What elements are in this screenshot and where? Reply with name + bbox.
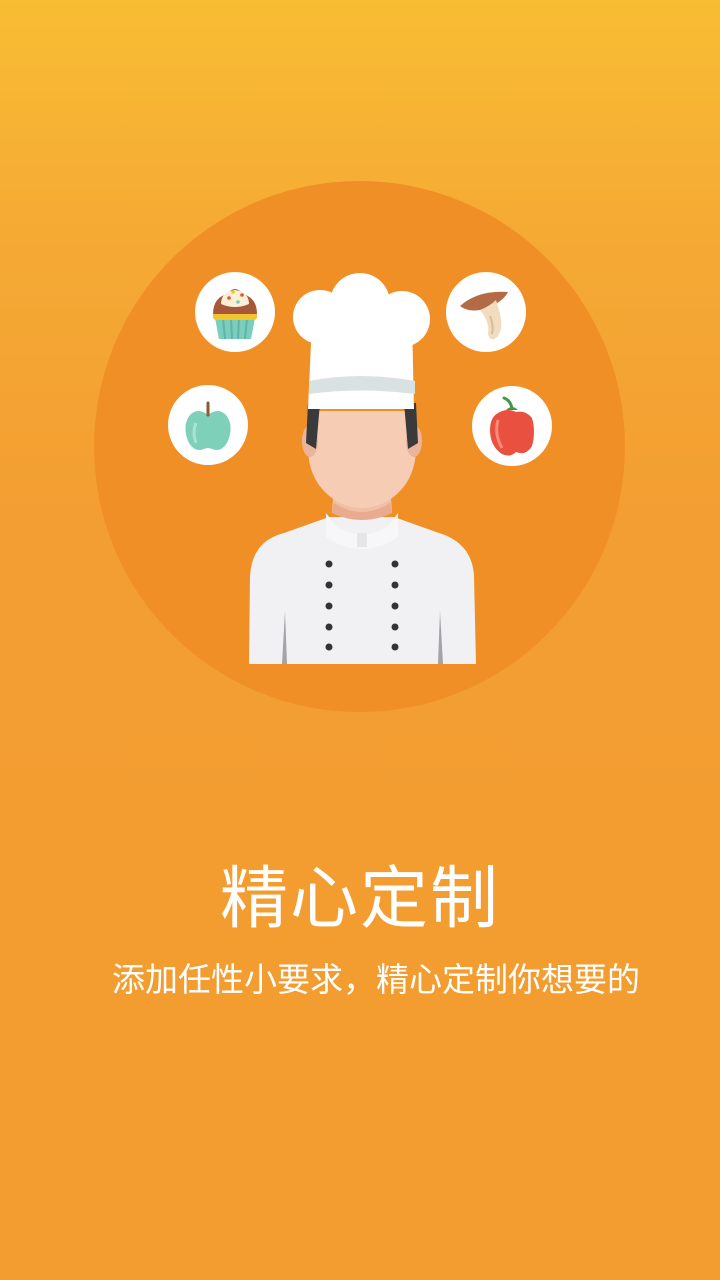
chef-illustration	[94, 181, 625, 712]
mushroom-icon	[446, 272, 526, 352]
pepper-icon	[472, 386, 552, 466]
page-subtitle: 添加任性小要求，精心定制你想要的	[112, 960, 640, 999]
chef-hat-icon	[293, 273, 430, 409]
apple-icon	[168, 385, 248, 465]
onboarding-screen: 精心定制 添加任性小要求，精心定制你想要的	[0, 0, 720, 1280]
page-title: 精心定制	[219, 860, 500, 939]
cupcake-icon	[195, 272, 275, 352]
